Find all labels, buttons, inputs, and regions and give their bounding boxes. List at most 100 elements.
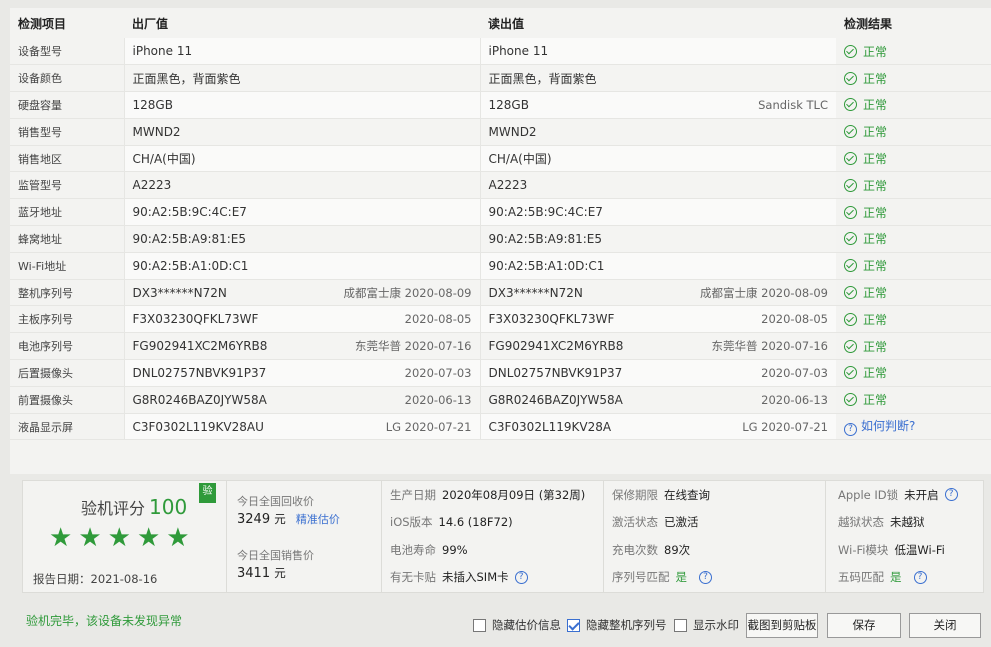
row-label: 设备颜色	[10, 64, 124, 93]
sale-price: 3411 元	[237, 565, 286, 581]
info-value: 是	[675, 570, 688, 585]
result-cell: 正常	[836, 145, 991, 173]
info-row: 电池寿命 99%	[390, 536, 603, 564]
star-icon: ★	[78, 523, 102, 553]
read-value-cell: iPhone 11	[479, 38, 836, 66]
summary-panel: 验机评分 100 验 ★ ★ ★ ★ ★ 报告日期：2021-08-16 今日全国回收价 …	[22, 480, 984, 593]
factory-extra: 2020-06-13	[404, 392, 472, 407]
info-value: 未插入SIM卡	[442, 570, 509, 585]
factory-value-cell: CH/A(中国)	[123, 145, 480, 173]
info-row: 有无卡贴 未插入SIM卡?	[390, 564, 603, 592]
info-key: Wi-Fi模块	[838, 542, 889, 557]
screenshot-button[interactable]: 截图到剪贴板	[746, 613, 818, 638]
info-row: 序列号匹配是?	[612, 564, 825, 592]
info-value: 14.6 (18F72)	[438, 515, 513, 530]
factory-value-cell: iPhone 11	[123, 38, 480, 66]
check-circle-icon	[844, 286, 857, 300]
result-text: 正常	[863, 232, 888, 247]
info-key: 保修期限	[612, 487, 658, 502]
table-row: 销售地区 CH/A(中国) CH/A(中国) 正常	[10, 145, 991, 173]
detection-table: 检测项目 出厂值 读出值 检测结果 设备型号 iPhone 11 iPhone 11…	[10, 8, 991, 441]
info-key: 有无卡贴	[390, 570, 436, 585]
result-cell: 正常	[836, 91, 991, 119]
read-value: 90:A2:5B:9C:4C:E7	[488, 205, 603, 220]
star-icon: ★	[107, 523, 131, 553]
read-extra: 2020-07-03	[761, 365, 828, 380]
check-circle-icon	[844, 339, 857, 353]
result-text: 正常	[863, 71, 888, 86]
factory-value: 正面黑色，背面紫色	[132, 71, 241, 86]
table-row: 蓝牙地址 90:A2:5B:9C:4C:E7 90:A2:5B:9C:4C:E7 正常	[10, 198, 991, 227]
row-label: 销售地区	[10, 145, 124, 173]
bottom-bar: 验机完毕，该设备未发现异常 隐藏估价信息 隐藏整机序列号 显示水印 截图到剪贴板…	[0, 600, 991, 647]
read-value-cell: 90:A2:5B:A9:81:E5	[479, 225, 836, 253]
table-row: 整机序列号 DX3******N72N 成都富士康 2020-08-09 DX3***…	[10, 279, 991, 307]
info-column-3: Apple ID锁 未开启? 越狱状态 未越狱 Wi-Fi模块 低温Wi-Fi 五码匹配是?	[826, 481, 984, 592]
read-value-cell: MWND2	[479, 118, 836, 146]
info-row: Apple ID锁 未开启?	[838, 481, 984, 509]
how-to-judge-link[interactable]: 如何判断?	[861, 419, 915, 433]
star-icon: ★	[136, 523, 161, 553]
read-value: MWND2	[488, 124, 537, 139]
read-value: DNL02757NBVK91P37	[488, 365, 623, 380]
result-cell: 正常	[836, 225, 991, 253]
factory-value: C3F0302L119KV28AU	[132, 419, 264, 434]
read-value-cell: DNL02757NBVK91P37 2020-07-03	[479, 359, 836, 387]
check-circle-icon	[844, 178, 857, 192]
recycle-price: 3249 元 精准估价	[237, 511, 340, 527]
hide-serial-label: 隐藏整机序列号	[586, 618, 667, 632]
checkbox-icon[interactable]	[674, 618, 687, 632]
result-text: 正常	[863, 178, 888, 193]
factory-value-cell: MWND2	[123, 118, 480, 146]
info-row: 五码匹配是?	[838, 564, 984, 592]
check-circle-icon	[844, 232, 857, 246]
recycle-price-unit: 元	[274, 512, 286, 526]
help-icon[interactable]: ?	[699, 570, 712, 584]
read-value-cell: FG902941XC2M6YRB8 东莞华普 2020-07-16	[479, 332, 836, 361]
factory-value-cell: DX3******N72N 成都富士康 2020-08-09	[123, 279, 480, 307]
result-text: 正常	[863, 125, 888, 140]
info-key: 生产日期	[390, 487, 436, 502]
question-icon[interactable]: ?	[844, 423, 857, 437]
check-circle-icon	[844, 98, 857, 112]
result-cell: 正常	[836, 64, 991, 93]
read-value-cell: G8R0246BAZ0JYW58A 2020-06-13	[479, 386, 836, 414]
info-value: 未开启	[904, 487, 939, 502]
info-key: 充电次数	[612, 542, 658, 557]
factory-value-cell: 90:A2:5B:9C:4C:E7	[123, 198, 480, 227]
help-icon[interactable]: ?	[913, 570, 927, 584]
verified-badge: 验	[199, 483, 216, 503]
row-label: 前置摄像头	[10, 386, 124, 414]
table-row: 后置摄像头 DNL02757NBVK91P37 2020-07-03 DNL02757…	[10, 359, 991, 387]
factory-value: 90:A2:5B:9C:4C:E7	[132, 205, 247, 220]
result-text: 正常	[863, 366, 888, 381]
read-value-cell: C3F0302L119KV28A LG 2020-07-21	[479, 413, 836, 441]
save-button[interactable]: 保存	[827, 613, 901, 638]
result-cell: 正常	[836, 38, 991, 66]
read-extra: 成都富士康 2020-08-09	[700, 285, 828, 300]
checkbox-icon[interactable]	[473, 618, 486, 632]
read-value: FG902941XC2M6YRB8	[488, 339, 624, 354]
help-icon[interactable]: ?	[944, 488, 958, 502]
result-text: 正常	[863, 339, 888, 354]
help-icon[interactable]: ?	[514, 570, 528, 584]
checkbox-checked-icon[interactable]	[567, 618, 580, 632]
warranty-lookup-link[interactable]: 在线查询	[664, 487, 710, 503]
read-value-cell: A2223	[479, 171, 836, 200]
read-value-cell: DX3******N72N 成都富士康 2020-08-09	[479, 279, 836, 307]
score-title: 验机评分 100	[81, 495, 187, 519]
check-circle-icon	[844, 366, 857, 380]
watermark-checkbox[interactable]: 显示水印	[674, 617, 739, 633]
check-circle-icon	[844, 125, 857, 139]
precise-estimate-link[interactable]: 精准估价	[296, 513, 340, 526]
result-text: 正常	[863, 259, 888, 274]
table-row: 硬盘容量 128GB 128GB Sandisk TLC 正常	[10, 91, 991, 119]
hide-serial-checkbox[interactable]: 隐藏整机序列号	[567, 617, 667, 633]
result-text: 正常	[863, 44, 888, 59]
close-button[interactable]: 关闭	[909, 613, 981, 638]
info-value: 2020年08月09日 (第32周)	[442, 487, 586, 502]
info-key: 越狱状态	[838, 515, 884, 530]
hide-price-checkbox[interactable]: 隐藏估价信息	[473, 617, 561, 633]
read-value: G8R0246BAZ0JYW58A	[488, 392, 623, 407]
factory-value-cell: G8R0246BAZ0JYW58A 2020-06-13	[123, 386, 480, 414]
